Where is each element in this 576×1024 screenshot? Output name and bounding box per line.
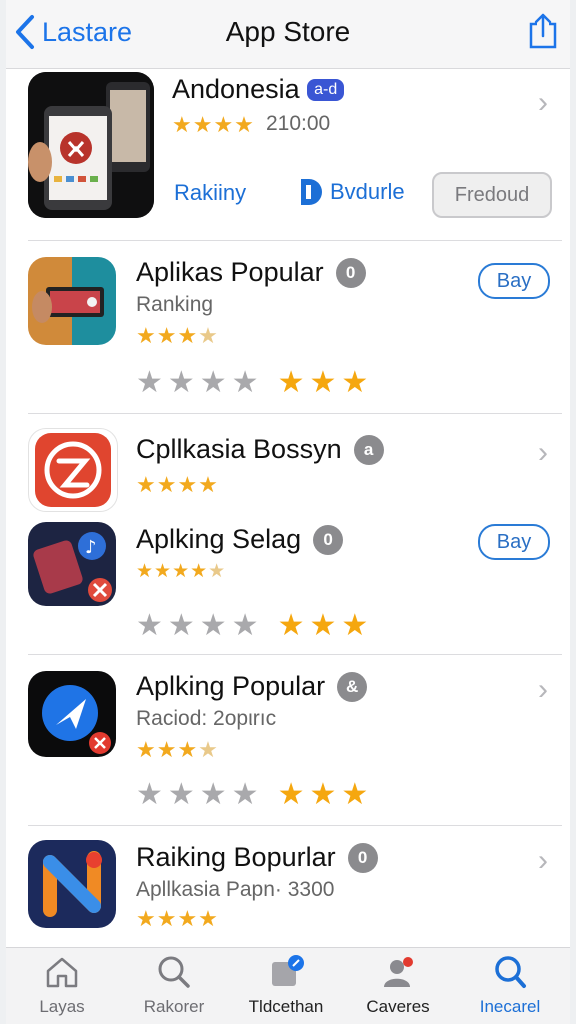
tab-layas[interactable]: Layas bbox=[6, 954, 118, 1017]
share-button[interactable] bbox=[528, 12, 558, 55]
svg-text:♪: ♪ bbox=[85, 537, 97, 558]
rating-stars: ★★★★ ★★★ bbox=[136, 778, 374, 811]
age-badge: & bbox=[337, 672, 368, 702]
age-badge: 0 bbox=[347, 843, 378, 873]
app-stars: ★★★★ bbox=[136, 472, 219, 497]
rating-stars: ★★★★ ★★★ bbox=[136, 366, 374, 399]
bundle-icon bbox=[301, 179, 322, 205]
bay-button[interactable]: Bay bbox=[478, 524, 550, 560]
app-title: Cpllkasia Bossyn a bbox=[136, 434, 384, 465]
list-item[interactable]: Aplking Popular & Raciod: 2opιrıc ★★★★ › … bbox=[6, 655, 570, 825]
app-title: Aplking Selag 0 bbox=[136, 524, 344, 555]
apps-icon bbox=[272, 955, 304, 986]
age-badge: 0 bbox=[335, 258, 366, 288]
nav-bar: Lastare App Store bbox=[6, 0, 570, 69]
featured-badge: a-d bbox=[307, 79, 345, 101]
app-stars: ★★★★ bbox=[136, 737, 219, 762]
bay-button[interactable]: Bay bbox=[478, 263, 550, 299]
app-title: Raiking Bopurlar 0 bbox=[136, 842, 378, 873]
chevron-right-icon[interactable]: › bbox=[538, 436, 548, 470]
featured-action-button[interactable]: Fredoud bbox=[432, 172, 552, 218]
featured-stars: ★★★★ bbox=[172, 112, 255, 137]
tab-rakorer[interactable]: Rakorer bbox=[118, 954, 230, 1017]
tab-caveres[interactable]: Caveres bbox=[342, 954, 454, 1017]
list-item[interactable]: ♪ Aplking Selag 0 ★★★★★ Bay ★★★★ ★★★ bbox=[6, 508, 570, 654]
bundle-link[interactable]: Bvdurle bbox=[298, 176, 405, 208]
featured-count: 210:00 bbox=[266, 112, 331, 135]
list-item[interactable]: Aplikas Popular 0 Ranking ★★★★ Bay ★★★★ ★★… bbox=[6, 241, 570, 413]
chevron-right-icon[interactable]: › bbox=[538, 673, 548, 707]
app-stars: ★★★★ bbox=[136, 323, 219, 348]
share-icon bbox=[529, 13, 557, 49]
app-icon-1 bbox=[28, 257, 116, 345]
chevron-right-icon[interactable]: › bbox=[538, 86, 548, 120]
app-icon-4 bbox=[28, 671, 116, 757]
featured-app-title: Andonesia a-d bbox=[172, 74, 345, 105]
list-item[interactable]: Cpllkasia Bossyn a ★★★★ › bbox=[6, 414, 570, 512]
app-title: Aplking Popular & bbox=[136, 671, 368, 702]
tab-bar: Layas Rakorer Tldcethan Caveres Inecarel bbox=[6, 947, 570, 1024]
tab-tldcethan[interactable]: Tldcethan bbox=[230, 954, 342, 1017]
app-store-screen: Lastare App Store Andonesia a-d ★★★★ 210… bbox=[6, 0, 570, 1024]
app-icon-3: ♪ bbox=[28, 522, 116, 606]
featured-app-icon bbox=[28, 72, 154, 218]
age-badge: 0 bbox=[313, 525, 344, 555]
app-subtitle: Raciod: 2opιrıc bbox=[136, 707, 277, 730]
app-icon-2 bbox=[28, 428, 118, 512]
search-icon bbox=[158, 956, 190, 988]
app-stars: ★★★★ bbox=[136, 906, 219, 931]
rating-stars: ★★★★ ★★★ bbox=[136, 609, 374, 642]
age-badge: a bbox=[353, 435, 384, 465]
search-icon bbox=[495, 956, 526, 988]
home-icon bbox=[46, 957, 78, 988]
app-stars: ★★★★★ bbox=[136, 561, 227, 582]
ranking-link[interactable]: Rakiiny bbox=[174, 180, 246, 206]
chevron-right-icon[interactable]: › bbox=[538, 844, 548, 878]
tab-inecarel[interactable]: Inecarel bbox=[454, 954, 566, 1017]
list-item[interactable]: Raiking Bopurlar 0 Apllkasia Papn· 3300 ★… bbox=[6, 826, 570, 946]
page-title: App Store bbox=[225, 16, 351, 47]
app-subtitle: Apllkasia Papn· 3300 bbox=[136, 878, 335, 901]
app-icon-5 bbox=[28, 840, 116, 928]
app-subtitle: Ranking bbox=[136, 293, 214, 316]
person-icon bbox=[384, 957, 413, 987]
app-title: Aplikas Popular 0 bbox=[136, 257, 366, 288]
featured-app-row[interactable]: Andonesia a-d ★★★★ 210:00 › Rakiiny Bvdu… bbox=[6, 68, 570, 240]
